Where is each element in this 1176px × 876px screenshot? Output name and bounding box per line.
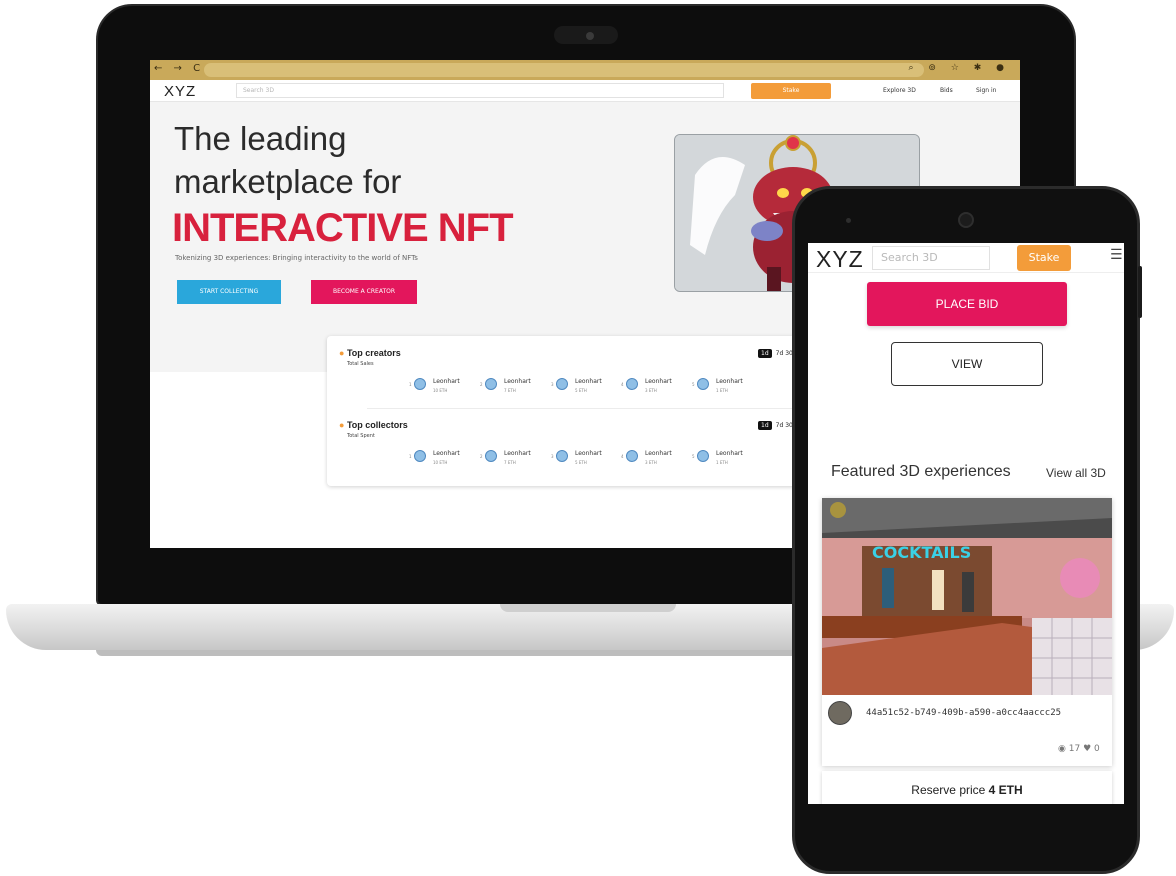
cocktails-sign: COCKTAILS bbox=[872, 543, 971, 562]
nft-stats: ◉ 17 ♥ 0 bbox=[1058, 744, 1100, 754]
flame-icon: ● bbox=[339, 420, 345, 430]
phone-sensor bbox=[846, 218, 851, 223]
avatar bbox=[485, 450, 497, 462]
view-button[interactable]: VIEW bbox=[891, 342, 1043, 386]
top-collectors-title: ● Top collectors bbox=[339, 420, 408, 430]
collector-rank-item[interactable]: 2 Leonhart 7 ETH bbox=[480, 450, 542, 470]
collector-rank-item[interactable]: 5 Leonhart 1 ETH bbox=[692, 450, 754, 470]
creators-period-selector[interactable]: 1d 7d 30 bbox=[758, 349, 793, 358]
hamburger-icon[interactable]: ☰ bbox=[1110, 247, 1123, 263]
place-bid-button[interactable]: PLACE BID bbox=[867, 282, 1067, 326]
creator-rank-item[interactable]: 5 Leonhart 1 ETH bbox=[692, 378, 754, 398]
nav-bids[interactable]: Bids bbox=[940, 87, 953, 94]
mobile-stake-button[interactable]: Stake bbox=[1017, 245, 1071, 271]
avatar bbox=[414, 450, 426, 462]
bar-scene-illustration: COCKTAILS bbox=[822, 498, 1112, 695]
creator-rank-item[interactable]: 1 Leonhart 10 ETH bbox=[409, 378, 471, 398]
top-creators-subtitle: Total Sales bbox=[347, 361, 374, 367]
browser-toolbar: ← → C ⌕ ⊚ ☆ ✱ ● bbox=[150, 60, 1020, 80]
collector-rank-item[interactable]: 1 Leonhart 10 ETH bbox=[409, 450, 471, 470]
creator-rank-item[interactable]: 3 Leonhart 5 ETH bbox=[551, 378, 613, 398]
collectors-period-selector[interactable]: 1d 7d 30 bbox=[758, 421, 793, 430]
laptop-groove bbox=[500, 604, 676, 612]
become-creator-button[interactable]: BECOME A CREATOR bbox=[311, 280, 417, 304]
creator-avatar[interactable] bbox=[828, 701, 852, 725]
browser-nav-icons[interactable]: ← → C bbox=[154, 63, 204, 74]
avatar bbox=[626, 450, 638, 462]
nav-explore-3d[interactable]: Explore 3D bbox=[883, 87, 916, 94]
site-header: XYZ Search 3D Stake Explore 3D Bids Sign… bbox=[150, 80, 1020, 102]
device-mockup: ← → C ⌕ ⊚ ☆ ✱ ● XYZ Search 3D Stake Expl… bbox=[0, 0, 1176, 876]
likes-count: 0 bbox=[1094, 744, 1100, 754]
creator-rank-item[interactable]: 4 Leonhart 3 ETH bbox=[621, 378, 683, 398]
collector-rank-item[interactable]: 3 Leonhart 5 ETH bbox=[551, 450, 613, 470]
avatar bbox=[556, 450, 568, 462]
hero-title-line2: marketplace for bbox=[174, 163, 402, 200]
reserve-price: Reserve price 4 ETH bbox=[822, 771, 1112, 804]
site-logo[interactable]: XYZ bbox=[164, 83, 196, 100]
hero-subtitle: Tokenizing 3D experiences: Bringing inte… bbox=[175, 254, 418, 262]
avatar bbox=[697, 378, 709, 390]
laptop-camera bbox=[586, 32, 594, 40]
views-count: 17 bbox=[1068, 744, 1081, 754]
phone-camera bbox=[958, 212, 974, 228]
top-creators-title: ● Top creators bbox=[339, 348, 401, 358]
view-all-link[interactable]: View all 3D bbox=[1046, 466, 1106, 480]
divider bbox=[367, 408, 797, 409]
top-collectors-subtitle: Total Spent bbox=[347, 433, 375, 439]
start-collecting-button[interactable]: START COLLECTING bbox=[177, 280, 281, 304]
heart-icon[interactable]: ♥ bbox=[1083, 744, 1091, 754]
avatar bbox=[485, 378, 497, 390]
nav-sign-in[interactable]: Sign in bbox=[976, 87, 996, 94]
stake-button[interactable]: Stake bbox=[751, 83, 831, 99]
nft-card-image[interactable]: COCKTAILS bbox=[822, 498, 1112, 695]
reserve-label: Reserve price bbox=[911, 783, 986, 797]
nft-id[interactable]: 44a51c52-b749-409b-a590-a0cc4aaccc25 bbox=[866, 708, 1061, 718]
avatar bbox=[556, 378, 568, 390]
mobile-header: XYZ Search 3D Stake ☰ bbox=[808, 243, 1124, 273]
avatar bbox=[697, 450, 709, 462]
browser-address-bar[interactable] bbox=[204, 63, 924, 77]
featured-title: Featured 3D experiences bbox=[831, 463, 1011, 480]
creator-rank-item[interactable]: 2 Leonhart 7 ETH bbox=[480, 378, 542, 398]
flame-icon: ● bbox=[339, 348, 345, 358]
hero-title-line1: The leading bbox=[174, 120, 347, 157]
search-input[interactable]: Search 3D bbox=[236, 83, 724, 98]
hero-highlight: INTERACTIVE NFT bbox=[172, 206, 514, 250]
phone-screen: XYZ Search 3D Stake ☰ PLACE BID VIEW Fea… bbox=[808, 243, 1124, 804]
rankings-panel: ● Top creators Total Sales 1d 7d 30 1 Leo… bbox=[327, 336, 797, 486]
collector-rank-item[interactable]: 4 Leonhart 3 ETH bbox=[621, 450, 683, 470]
mobile-logo[interactable]: XYZ bbox=[816, 246, 864, 273]
reserve-value: 4 ETH bbox=[988, 783, 1023, 797]
avatar bbox=[626, 378, 638, 390]
browser-extension-icons[interactable]: ⌕ ⊚ ☆ ✱ ● bbox=[909, 63, 1011, 73]
phone-side-button bbox=[1138, 266, 1142, 318]
mobile-search-input[interactable]: Search 3D bbox=[872, 246, 990, 270]
avatar bbox=[414, 378, 426, 390]
eye-icon: ◉ bbox=[1058, 744, 1066, 754]
nft-card[interactable]: COCKTAILS 44a51c52-b749-409b-a590-a0cc4a… bbox=[822, 498, 1112, 766]
